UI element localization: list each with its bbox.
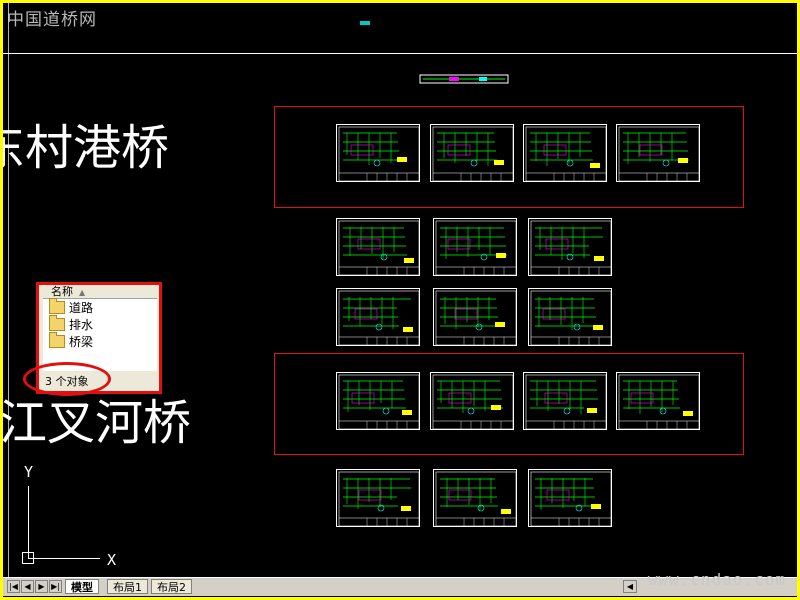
drawing-sheet-thumbnail[interactable] xyxy=(430,372,514,430)
sheet-drawing xyxy=(530,471,611,526)
sheet-drawing xyxy=(435,220,516,275)
drawing-sheet-thumbnail[interactable] xyxy=(336,288,420,346)
ucs-y-axis xyxy=(28,486,29,558)
sort-up-icon: ▲ xyxy=(79,288,86,297)
drawing-sheet-thumbnail[interactable] xyxy=(433,288,517,346)
folder-item-drainage[interactable]: 排水 xyxy=(43,315,157,333)
folder-label: 道路 xyxy=(69,301,94,315)
prev-tab-icon[interactable]: ◀ xyxy=(21,580,34,593)
drawing-sheet-thumbnail[interactable] xyxy=(528,288,612,346)
sheet-drawing xyxy=(530,220,611,275)
sheet-drawing xyxy=(435,471,516,526)
sheet-drawing xyxy=(338,471,419,526)
drawing-sheet-thumbnail[interactable] xyxy=(336,469,420,527)
drawing-sheet-thumbnail[interactable] xyxy=(430,124,514,182)
sheet-drawing xyxy=(525,374,606,429)
folder-label: 排水 xyxy=(69,318,94,332)
watermark-top: 中国道桥网 xyxy=(7,10,97,30)
sheet-drawing xyxy=(525,126,606,181)
file-list: 名称 ▲ 道路 排水 桥梁 xyxy=(43,285,157,371)
watermark-bottom: www.cndao.com xyxy=(647,570,786,589)
drawing-sheet-thumbnail[interactable] xyxy=(336,124,420,182)
sheet-drawing xyxy=(618,374,699,429)
drawing-sheet-thumbnail[interactable] xyxy=(336,218,420,276)
sheet-drawing xyxy=(338,126,419,181)
overview-strip[interactable] xyxy=(419,73,509,85)
folder-icon xyxy=(49,332,65,348)
column-header-label: 名称 xyxy=(51,285,73,298)
drawing-sheet-thumbnail[interactable] xyxy=(616,372,700,430)
tab-layout1[interactable]: 布局1 xyxy=(107,579,148,594)
ucs-x-axis xyxy=(28,558,100,559)
folder-icon xyxy=(49,298,65,314)
next-tab-icon[interactable]: ▶ xyxy=(35,580,48,593)
last-tab-icon[interactable]: ▶| xyxy=(49,580,62,593)
folder-item-roads[interactable]: 道路 xyxy=(43,298,157,316)
drawing-sheet-thumbnail[interactable] xyxy=(523,124,607,182)
drawing-sheet-thumbnail[interactable] xyxy=(523,372,607,430)
ucs-x-label: X xyxy=(107,551,117,569)
sheet-drawing xyxy=(338,290,419,345)
sheet-drawing xyxy=(530,290,611,345)
drawing-sheet-thumbnail[interactable] xyxy=(528,218,612,276)
folder-item-bridges[interactable]: 桥梁 xyxy=(43,332,157,350)
drawing-sheet-thumbnail[interactable] xyxy=(433,218,517,276)
boundary-line xyxy=(8,3,9,583)
sheet-drawing xyxy=(435,290,516,345)
sheet-drawing xyxy=(338,374,419,429)
ucs-origin-icon xyxy=(22,552,34,564)
boundary-line xyxy=(3,53,797,54)
ucs-y-label: Y xyxy=(24,463,34,481)
first-tab-icon[interactable]: |◀ xyxy=(7,580,20,593)
drawing-sheet-thumbnail[interactable] xyxy=(528,469,612,527)
folder-icon xyxy=(49,315,65,331)
small-mark xyxy=(360,21,370,25)
sheet-drawing xyxy=(432,126,513,181)
bridge-title-1: 东村港桥 xyxy=(3,120,170,176)
folder-label: 桥梁 xyxy=(69,335,94,349)
status-highlight-circle xyxy=(23,362,111,396)
sheet-drawing xyxy=(338,220,419,275)
drawing-sheet-thumbnail[interactable] xyxy=(336,372,420,430)
tab-layout2[interactable]: 布局2 xyxy=(151,579,192,594)
tab-model[interactable]: 模型 xyxy=(65,579,99,594)
column-header-name[interactable]: 名称 ▲ xyxy=(43,285,157,299)
drawing-sheet-thumbnail[interactable] xyxy=(433,469,517,527)
sheet-drawing xyxy=(618,126,699,181)
sheet-drawing xyxy=(432,374,513,429)
scroll-left-icon[interactable]: ◀ xyxy=(623,580,637,593)
drawing-sheet-thumbnail[interactable] xyxy=(616,124,700,182)
